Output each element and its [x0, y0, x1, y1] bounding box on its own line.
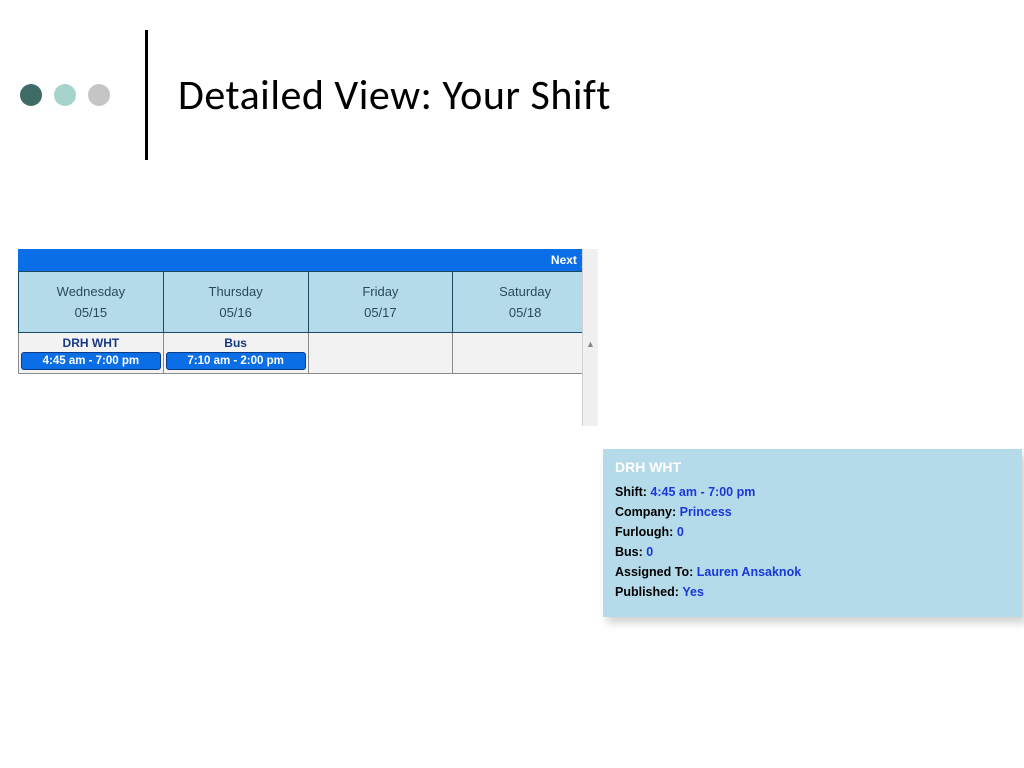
next-label: Next [551, 253, 577, 267]
day-date: 05/18 [457, 303, 593, 324]
day-name: Saturday [457, 282, 593, 303]
day-date: 05/17 [313, 303, 449, 324]
shift-label: DRH WHT [19, 333, 163, 352]
dot-icon [88, 84, 110, 106]
day-header: Thursday 05/16 [163, 272, 308, 333]
scroll-up-icon: ▲ [586, 249, 595, 349]
detail-value: Princess [680, 505, 732, 519]
day-date: 05/15 [23, 303, 159, 324]
detail-value: 0 [677, 525, 684, 539]
shift-time[interactable]: 7:10 am - 2:00 pm [166, 352, 306, 370]
detail-key: Assigned To: [615, 565, 693, 579]
calendar-cell[interactable] [453, 332, 598, 373]
detail-value: Yes [682, 585, 704, 599]
detail-value: 4:45 am - 7:00 pm [650, 485, 755, 499]
detail-row-assigned: Assigned To: Lauren Ansaknok [615, 565, 1010, 579]
day-header: Saturday 05/18 [453, 272, 598, 333]
calendar-cell[interactable] [308, 332, 453, 373]
schedule-calendar: Next ❯ Wednesday 05/15 Thursday 05/16 Fr… [18, 249, 598, 374]
slide-header: Detailed View: Your Shift [20, 30, 984, 160]
detail-value: Lauren Ansaknok [697, 565, 801, 579]
page-title: Detailed View: Your Shift [178, 70, 611, 121]
detail-row-shift: Shift: 4:45 am - 7:00 pm [615, 485, 1010, 499]
day-name: Friday [313, 282, 449, 303]
day-header: Wednesday 05/15 [19, 272, 164, 333]
detail-key: Bus: [615, 545, 643, 559]
day-name: Thursday [168, 282, 304, 303]
detail-key: Furlough: [615, 525, 673, 539]
detail-row-published: Published: Yes [615, 585, 1010, 599]
detail-row-company: Company: Princess [615, 505, 1010, 519]
decorative-dots [20, 84, 110, 106]
detail-row-furlough: Furlough: 0 [615, 525, 1010, 539]
dot-icon [20, 84, 42, 106]
calendar-cell[interactable]: DRH WHT 4:45 am - 7:00 pm [19, 332, 164, 373]
shift-detail-panel: DRH WHT Shift: 4:45 am - 7:00 pm Company… [603, 449, 1022, 617]
day-header: Friday 05/17 [308, 272, 453, 333]
detail-key: Shift: [615, 485, 647, 499]
detail-value: 0 [646, 545, 653, 559]
shift-label: Bus [164, 333, 308, 352]
detail-key: Company: [615, 505, 676, 519]
vertical-divider [145, 30, 148, 160]
dot-icon [54, 84, 76, 106]
day-date: 05/16 [168, 303, 304, 324]
shift-time[interactable]: 4:45 am - 7:00 pm [21, 352, 161, 370]
calendar-cell[interactable]: Bus 7:10 am - 2:00 pm [163, 332, 308, 373]
detail-key: Published: [615, 585, 679, 599]
calendar-table: Wednesday 05/15 Thursday 05/16 Friday 05… [18, 271, 598, 374]
scrollbar[interactable]: ▲ [582, 249, 598, 426]
day-name: Wednesday [23, 282, 159, 303]
detail-title: DRH WHT [615, 459, 1010, 475]
next-button[interactable]: Next ❯ [18, 249, 598, 271]
detail-row-bus: Bus: 0 [615, 545, 1010, 559]
